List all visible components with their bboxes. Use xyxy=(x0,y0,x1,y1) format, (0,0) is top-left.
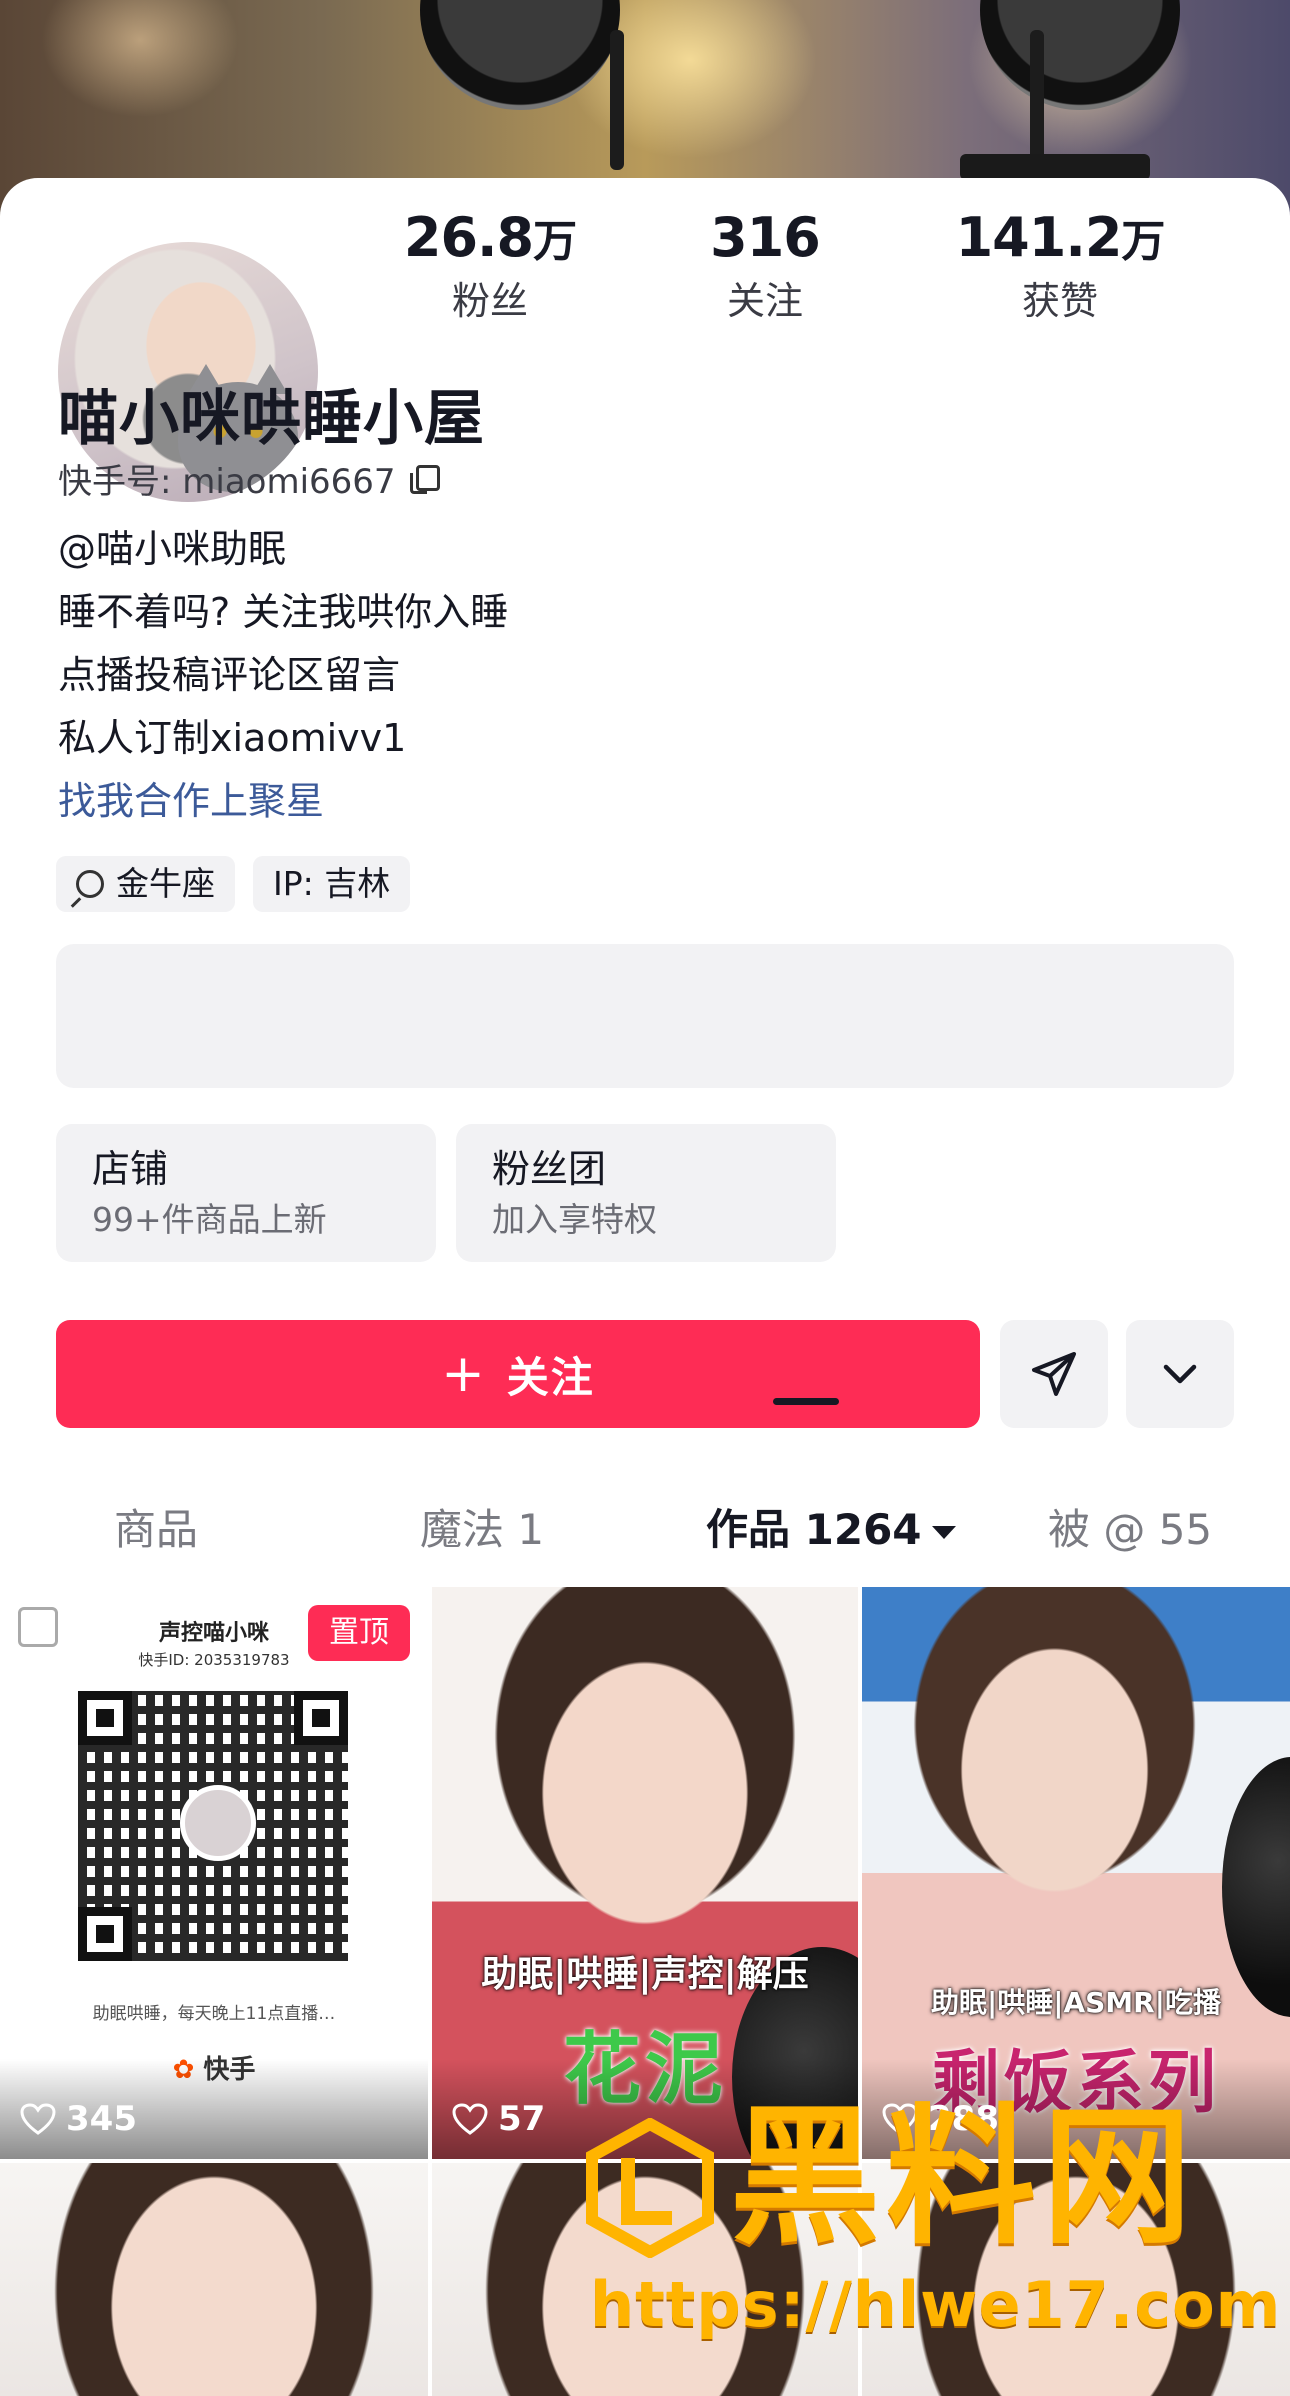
stat-label: 粉丝 xyxy=(451,279,528,323)
card-subtitle: 99+件商品上新 xyxy=(92,1200,327,1239)
video-tile-pinned[interactable]: 置顶 声控喵小咪 快手ID: 2035319783 助眠哄睡，每天晚上11点直播… xyxy=(0,1587,428,2159)
video-tags: 助眠|哄睡|声控|解压 xyxy=(481,1954,809,1995)
microphone-image xyxy=(1222,1757,1290,2017)
qr-note: 助眠哄睡，每天晚上11点直播… xyxy=(92,2004,336,2024)
watermark-title: 黑料网 xyxy=(730,2091,1199,2265)
video-tile[interactable]: 助眠|哄睡|声控|解压 花泥 57 xyxy=(432,1587,858,2159)
zodiac-label: 金牛座 xyxy=(116,864,215,903)
stat-followers[interactable]: 26.8万 粉丝 xyxy=(360,206,620,326)
video-tags: 助眠|哄睡|ASMR|吃播 xyxy=(931,1986,1221,2019)
tab-shop[interactable]: 商品 xyxy=(114,1496,198,1557)
microphone-image xyxy=(980,0,1180,110)
mic-stand xyxy=(1030,30,1044,170)
mic-stand xyxy=(610,30,624,170)
more-button[interactable] xyxy=(1126,1320,1234,1428)
bio-line: 睡不着吗? 关注我哄你入睡 xyxy=(58,590,509,634)
qr-eye xyxy=(294,1691,348,1745)
content-tabs: 商品 魔法 1 作品 1264 被 @ 55 xyxy=(0,1478,1290,1574)
mic-base xyxy=(960,154,1150,180)
stat-label: 获赞 xyxy=(1021,279,1098,323)
follow-button[interactable]: + 关注 xyxy=(56,1320,980,1428)
qr-eye xyxy=(78,1691,132,1745)
heart-icon xyxy=(20,2103,56,2135)
tab-works-label: 作品 1264 xyxy=(706,1505,922,1554)
send-icon xyxy=(1032,1352,1076,1396)
qr-avatar xyxy=(180,1785,256,1861)
user-id-text: 快手号: miaomi6667 xyxy=(58,462,396,502)
user-id[interactable]: 快手号: miaomi6667 xyxy=(58,454,440,503)
ip-label: IP: 吉林 xyxy=(273,864,391,903)
like-count: 345 xyxy=(20,2099,137,2139)
zodiac-icon xyxy=(76,870,104,898)
watermark: 黑料网 https://hlwe17.com xyxy=(580,2098,1280,2358)
card-title: 粉丝团 xyxy=(492,1147,607,1191)
bio-line[interactable]: @喵小咪助眠 xyxy=(58,518,508,581)
tab-mentioned[interactable]: 被 @ 55 xyxy=(1048,1496,1212,1557)
share-button[interactable] xyxy=(1000,1320,1108,1428)
bio-line: 点播投稿评论区留言 xyxy=(58,653,401,697)
profile-tags: 金牛座 IP: 吉林 xyxy=(56,856,411,912)
chevron-down-icon xyxy=(1163,1364,1197,1384)
stat-likes[interactable]: 141.2万 获赞 xyxy=(930,206,1190,326)
feature-cards: 店铺 99+件商品上新 粉丝团 加入享特权 xyxy=(56,1124,836,1262)
active-tab-indicator xyxy=(773,1398,839,1405)
watermark-logo-icon xyxy=(586,2118,714,2258)
card-title: 店铺 xyxy=(92,1147,169,1191)
microphone-image xyxy=(420,0,620,110)
shop-card[interactable]: 店铺 99+件商品上新 xyxy=(56,1124,436,1262)
video-tile[interactable]: 助眠|哄睡|ASMR|吃播 剩饭系列 288 xyxy=(862,1587,1290,2159)
like-count: 57 xyxy=(452,2099,545,2139)
stat-following[interactable]: 316 关注 xyxy=(680,206,850,326)
profile-stats: 26.8万 粉丝 316 关注 141.2万 获赞 xyxy=(360,206,1290,326)
qr-eye xyxy=(78,1907,132,1961)
qr-title: 声控喵小咪 xyxy=(158,1621,269,1646)
stat-label: 关注 xyxy=(726,279,803,323)
watermark-url: https://hlwe17.com xyxy=(590,2268,1282,2341)
card-subtitle: 加入享特权 xyxy=(492,1200,657,1239)
qr-id: 快手ID: 2035319783 xyxy=(138,1651,290,1669)
bio: @喵小咪助眠 睡不着吗? 关注我哄你入睡 点播投稿评论区留言 私人订制xiaom… xyxy=(58,518,508,833)
bio-line: 私人订制xiaomivv1 xyxy=(58,716,407,760)
profile-name: 喵小咪哄睡小屋 xyxy=(58,384,485,454)
caret-down-icon xyxy=(931,1526,956,1539)
video-tile[interactable] xyxy=(0,2163,428,2396)
zodiac-tag[interactable]: 金牛座 xyxy=(56,856,235,912)
bio-collab-link[interactable]: 找我合作上聚星 xyxy=(58,770,508,833)
plus-icon: + xyxy=(441,1344,487,1404)
follow-label: 关注 xyxy=(506,1352,595,1402)
ip-tag: IP: 吉林 xyxy=(253,856,411,912)
fan-club-card[interactable]: 粉丝团 加入享特权 xyxy=(456,1124,836,1262)
heart-icon xyxy=(452,2103,488,2135)
tab-magic[interactable]: 魔法 1 xyxy=(420,1496,544,1557)
info-panel xyxy=(56,944,1234,1088)
copy-icon[interactable] xyxy=(409,464,440,494)
tab-works[interactable]: 作品 1264 xyxy=(706,1496,956,1557)
